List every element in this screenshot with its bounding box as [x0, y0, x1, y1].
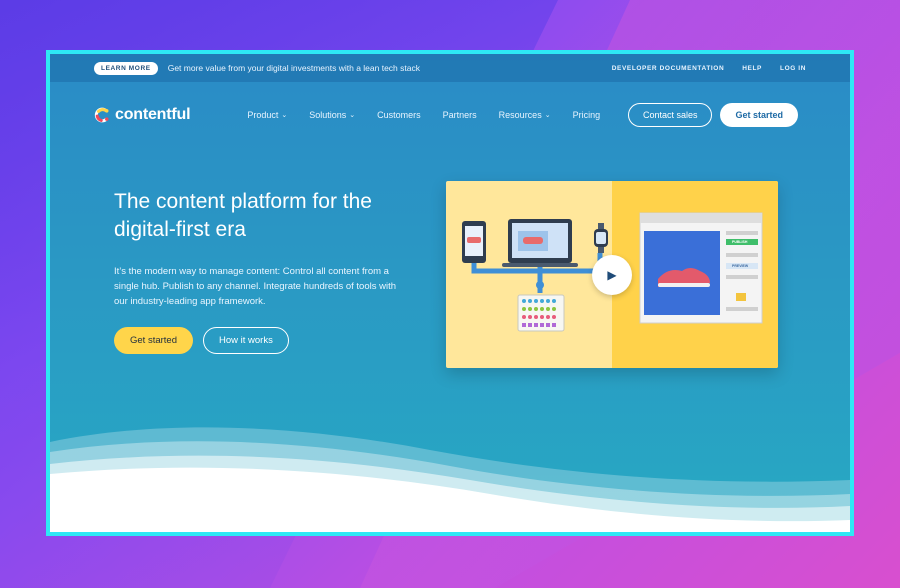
- promo-text[interactable]: Get more value from your digital investm…: [168, 63, 420, 73]
- help-link[interactable]: HELP: [742, 65, 762, 72]
- nav-item-label: Product: [247, 110, 279, 120]
- get-started-button[interactable]: Get started: [720, 103, 798, 127]
- login-link[interactable]: LOG IN: [780, 65, 806, 72]
- wave-divider: [50, 427, 850, 532]
- video-thumbnail[interactable]: PUBLISH PREVIEW ▶: [446, 181, 778, 368]
- hero-actions: Get started How it works: [114, 327, 289, 354]
- nav-item-partners[interactable]: Partners: [443, 110, 477, 120]
- nav-item-solutions[interactable]: Solutions ⌄: [309, 110, 355, 120]
- preview-label: PREVIEW: [732, 264, 749, 268]
- main-nav: contentful Product ⌄ Solutions ⌄ Custome…: [94, 102, 798, 128]
- play-button[interactable]: ▶: [592, 255, 632, 295]
- logo[interactable]: contentful: [94, 106, 191, 124]
- announcement-bar: LEARN MORE Get more value from your digi…: [50, 54, 850, 82]
- nav-item-label: Partners: [442, 110, 477, 120]
- publish-label: PUBLISH: [732, 240, 748, 244]
- nav-menu: Product ⌄ Solutions ⌄ Customers Partners…: [247, 110, 600, 120]
- hero-description: It’s the modern way to manage content: C…: [114, 266, 397, 307]
- developer-docs-link[interactable]: DEVELOPER DOCUMENTATION: [612, 65, 725, 72]
- nav-item-label: Pricing: [572, 110, 601, 120]
- contact-sales-button[interactable]: Contact sales: [627, 103, 713, 127]
- utility-links: DEVELOPER DOCUMENTATION HELP LOG IN: [612, 65, 806, 72]
- chevron-down-icon: ⌄: [349, 112, 356, 119]
- nav-item-product[interactable]: Product ⌄: [247, 110, 287, 120]
- chevron-down-icon: ⌄: [544, 112, 551, 119]
- how-it-works-button[interactable]: How it works: [203, 327, 289, 354]
- play-icon: ▶: [607, 268, 617, 282]
- learn-more-badge[interactable]: LEARN MORE: [94, 61, 158, 75]
- nav-item-customers[interactable]: Customers: [377, 110, 421, 120]
- nav-item-label: Customers: [377, 110, 421, 120]
- nav-item-resources[interactable]: Resources ⌄: [499, 110, 551, 120]
- contentful-logo-icon: [94, 107, 109, 123]
- chevron-down-icon: ⌄: [281, 112, 288, 119]
- hero-title: The content platform for the digital-fir…: [114, 190, 372, 241]
- nav-item-label: Solutions: [309, 110, 347, 120]
- nav-item-pricing[interactable]: Pricing: [573, 110, 601, 120]
- browser-frame: LEARN MORE Get more value from your digi…: [46, 50, 854, 536]
- logo-text: contentful: [115, 106, 191, 123]
- nav-item-label: Resources: [498, 110, 542, 120]
- nav-actions: Contact sales Get started: [627, 103, 798, 127]
- hero-get-started-button[interactable]: Get started: [114, 327, 193, 354]
